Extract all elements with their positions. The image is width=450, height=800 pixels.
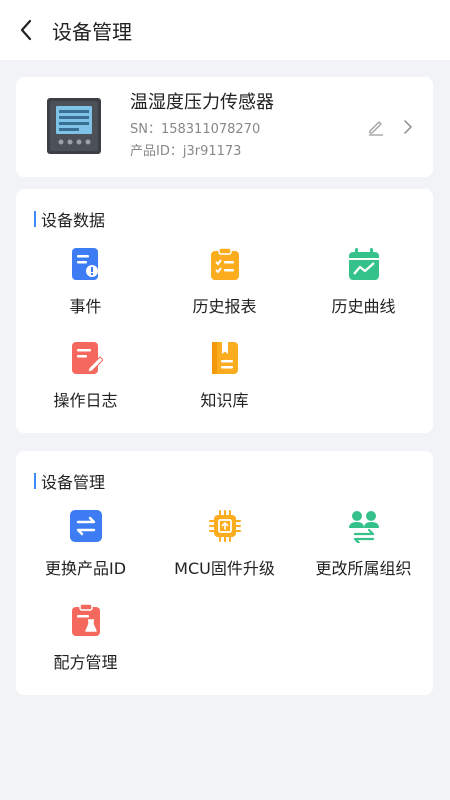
grid-item-knowledge-base[interactable]: 知识库	[155, 341, 294, 411]
section-accent-bar	[34, 473, 36, 489]
grid-item-mcu-firmware-upgrade[interactable]: MCU固件升级	[155, 509, 294, 579]
grid-item-change-organization[interactable]: 更改所属组织	[294, 509, 433, 579]
grid-item-label: 更改所属组织	[315, 559, 412, 578]
grid-item-label: MCU固件升级	[174, 559, 275, 578]
section-title-label: 设备管理	[41, 473, 106, 492]
grid-item-label: 历史曲线	[331, 297, 396, 316]
grid-item-label: 事件	[69, 297, 102, 316]
grid-item-label: 历史报表	[192, 297, 257, 316]
grid-item-label: 配方管理	[53, 653, 118, 672]
device-actions	[367, 118, 413, 136]
grid-item-label: 操作日志	[53, 391, 118, 410]
back-button[interactable]	[0, 0, 52, 60]
device-info: 温湿度压力传感器 SN：158311078270 产品ID：j3r91173	[130, 91, 367, 163]
grid-item-change-product-id[interactable]: 更换产品ID	[16, 509, 155, 579]
grid-item-recipe-management[interactable]: 配方管理	[16, 603, 155, 673]
grid-item-event[interactable]: 事件	[16, 247, 155, 317]
section-title-label: 设备数据	[41, 211, 106, 230]
device-card[interactable]: 温湿度压力传感器 SN：158311078270 产品ID：j3r91173	[16, 77, 433, 177]
page-title: 设备管理	[52, 19, 132, 44]
edit-icon[interactable]	[367, 118, 385, 136]
curve-icon	[348, 248, 379, 280]
knowledge-icon	[211, 342, 238, 374]
event-icon	[71, 248, 98, 280]
device-name: 温湿度压力传感器	[130, 92, 274, 113]
org-icon	[348, 511, 379, 543]
report-icon	[210, 247, 239, 280]
chip-icon	[208, 510, 241, 542]
grid-item-label: 知识库	[200, 391, 249, 410]
grid-item-operation-log[interactable]: 操作日志	[16, 341, 155, 411]
log-icon	[71, 342, 103, 374]
grid-item-history-curve[interactable]: 历史曲线	[294, 247, 433, 317]
chevron-right-icon[interactable]	[403, 119, 413, 135]
device-manage-card: 设备管理 更换产品ID MCU固件升级 更改所属组织 配方管理	[16, 451, 433, 695]
swap-icon	[69, 510, 102, 542]
section-title-device-data: 设备数据	[34, 207, 105, 231]
grid-item-history-report[interactable]: 历史报表	[155, 247, 294, 317]
recipe-icon	[71, 603, 100, 636]
device-data-card: 设备数据 事件 历史报表 历史曲线 操作日志 知识库	[16, 189, 433, 433]
device-product-id: 产品ID：j3r91173	[130, 144, 242, 159]
device-image	[47, 98, 101, 154]
device-sn: SN：158311078270	[130, 122, 261, 137]
section-title-device-manage: 设备管理	[34, 469, 105, 493]
grid-item-label: 更换产品ID	[44, 559, 127, 578]
chevron-left-icon	[20, 19, 32, 41]
top-bar: 设备管理	[0, 0, 450, 60]
section-accent-bar	[34, 211, 36, 227]
